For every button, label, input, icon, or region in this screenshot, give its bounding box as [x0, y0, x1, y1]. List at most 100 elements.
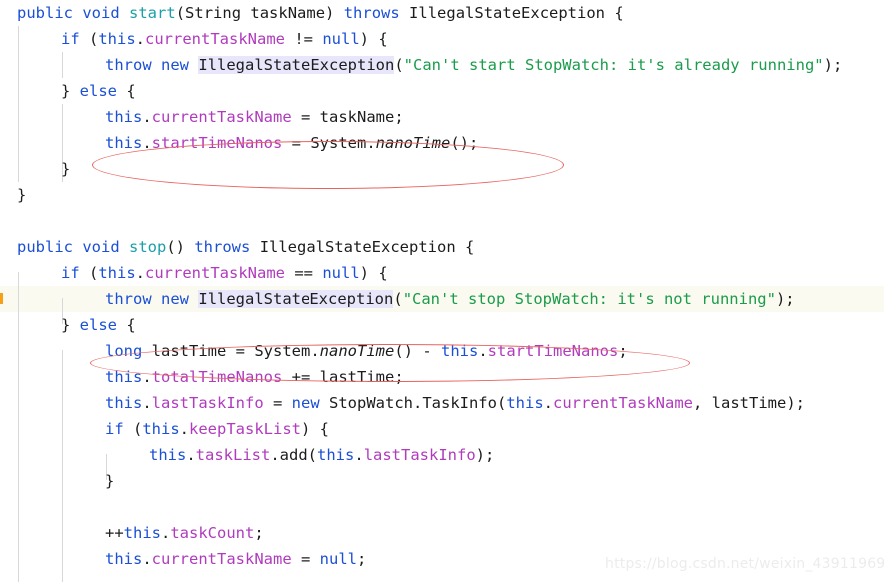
code-line[interactable]: public void start(String taskName) throw…	[0, 0, 884, 26]
code-token: ;	[394, 108, 404, 126]
code-token: currentTaskName	[145, 30, 285, 48]
code-token: IllegalStateException	[259, 238, 456, 256]
code-text-layer[interactable]: public void start(String taskName) throw…	[0, 0, 884, 572]
code-token: currentTaskName	[151, 550, 292, 568]
code-line[interactable]: if (this.keepTaskList) {	[0, 416, 884, 442]
code-token: taskCount	[170, 524, 255, 542]
code-token: throw	[105, 56, 152, 74]
code-token: public	[17, 4, 73, 22]
code-token: add	[279, 446, 308, 464]
code-line[interactable]: long lastTime = System.nanoTime() - this…	[0, 338, 884, 364]
code-token: void	[82, 4, 120, 22]
code-token: =	[291, 108, 320, 126]
code-token: startTimeNanos	[487, 342, 619, 360]
code-token: .	[142, 550, 152, 568]
code-token: .	[161, 524, 171, 542]
code-token: StopWatch.TaskInfo	[329, 394, 497, 412]
code-line[interactable]: ++this.taskCount;	[0, 520, 884, 546]
code-token: this	[123, 524, 161, 542]
code-token: this	[105, 368, 143, 386]
code-token: .	[270, 446, 280, 464]
code-line[interactable]	[0, 208, 884, 234]
code-token: }	[105, 472, 115, 490]
code-token: ) {	[359, 264, 388, 282]
code-token: this	[105, 134, 143, 152]
code-line[interactable]	[0, 494, 884, 520]
code-line[interactable]: this.lastTaskInfo = new StopWatch.TaskIn…	[0, 390, 884, 416]
code-token: taskName	[319, 108, 395, 126]
code-line[interactable]: if (this.currentTaskName != null) {	[0, 26, 884, 52]
code-token: .	[142, 394, 152, 412]
code-token: this	[441, 342, 479, 360]
code-token: public	[17, 238, 73, 256]
code-token: )	[325, 4, 344, 22]
code-token: this	[105, 550, 143, 568]
code-token: null	[319, 550, 357, 568]
code-line[interactable]: }	[0, 156, 884, 182]
code-token: taskList	[195, 446, 271, 464]
code-token: .	[179, 420, 190, 438]
code-token: (	[394, 56, 404, 74]
code-token: lastTime	[711, 394, 787, 412]
code-token: =	[226, 342, 255, 360]
code-token: null	[322, 30, 360, 48]
gutter-change-marker[interactable]	[0, 293, 3, 304]
code-token: .	[310, 342, 320, 360]
code-token: this	[98, 264, 136, 282]
code-token: }	[61, 160, 71, 178]
code-line[interactable]: this.totalTimeNanos += lastTime;	[0, 364, 884, 390]
code-line[interactable]: public void stop() throws IllegalStateEx…	[0, 234, 884, 260]
code-token: lastTime	[319, 368, 395, 386]
code-token: ;	[618, 342, 628, 360]
code-token: new	[291, 394, 320, 412]
code-line[interactable]: if (this.currentTaskName == null) {	[0, 260, 884, 286]
code-token: .	[354, 446, 364, 464]
code-token: (	[393, 290, 403, 308]
code-token: (	[307, 446, 318, 464]
code-line[interactable]: this.currentTaskName = taskName;	[0, 104, 884, 130]
code-token: new	[161, 56, 190, 74]
code-token: );	[775, 290, 795, 308]
code-token: lastTaskInfo	[363, 446, 476, 464]
code-token: (	[496, 394, 507, 412]
code-line[interactable]: }	[0, 182, 884, 208]
code-line[interactable]: } else {	[0, 312, 884, 338]
code-token: nanoTime	[319, 342, 395, 360]
code-token: new	[161, 290, 190, 308]
code-token: (	[79, 264, 99, 282]
code-line[interactable]: throw new IllegalStateException("Can't s…	[0, 52, 884, 78]
code-line[interactable]: this.startTimeNanos = System.nanoTime();	[0, 130, 884, 156]
code-token: currentTaskName	[553, 394, 693, 412]
code-token: Exception	[309, 290, 394, 308]
code-token: this	[105, 394, 143, 412]
code-token: (	[175, 4, 186, 22]
code-token: (	[79, 30, 99, 48]
code-line[interactable]: }	[0, 468, 884, 494]
code-line[interactable]: } else {	[0, 78, 884, 104]
code-token: =	[282, 134, 311, 152]
code-token: this	[98, 30, 136, 48]
code-token: totalTimeNanos	[151, 368, 283, 386]
code-token: );	[823, 56, 843, 74]
code-token: start	[129, 4, 176, 22]
code-token: else	[79, 316, 117, 334]
code-token: this	[105, 108, 143, 126]
code-line[interactable]: this.taskList.add(this.lastTaskInfo);	[0, 442, 884, 468]
code-token: throws	[194, 238, 251, 256]
code-token: null	[322, 264, 360, 282]
code-editor[interactable]: public void start(String taskName) throw…	[0, 0, 884, 582]
code-token: () -	[394, 342, 441, 360]
code-line[interactable]: throw new IllegalStateException("Can't s…	[0, 286, 884, 312]
code-token: .	[478, 342, 488, 360]
